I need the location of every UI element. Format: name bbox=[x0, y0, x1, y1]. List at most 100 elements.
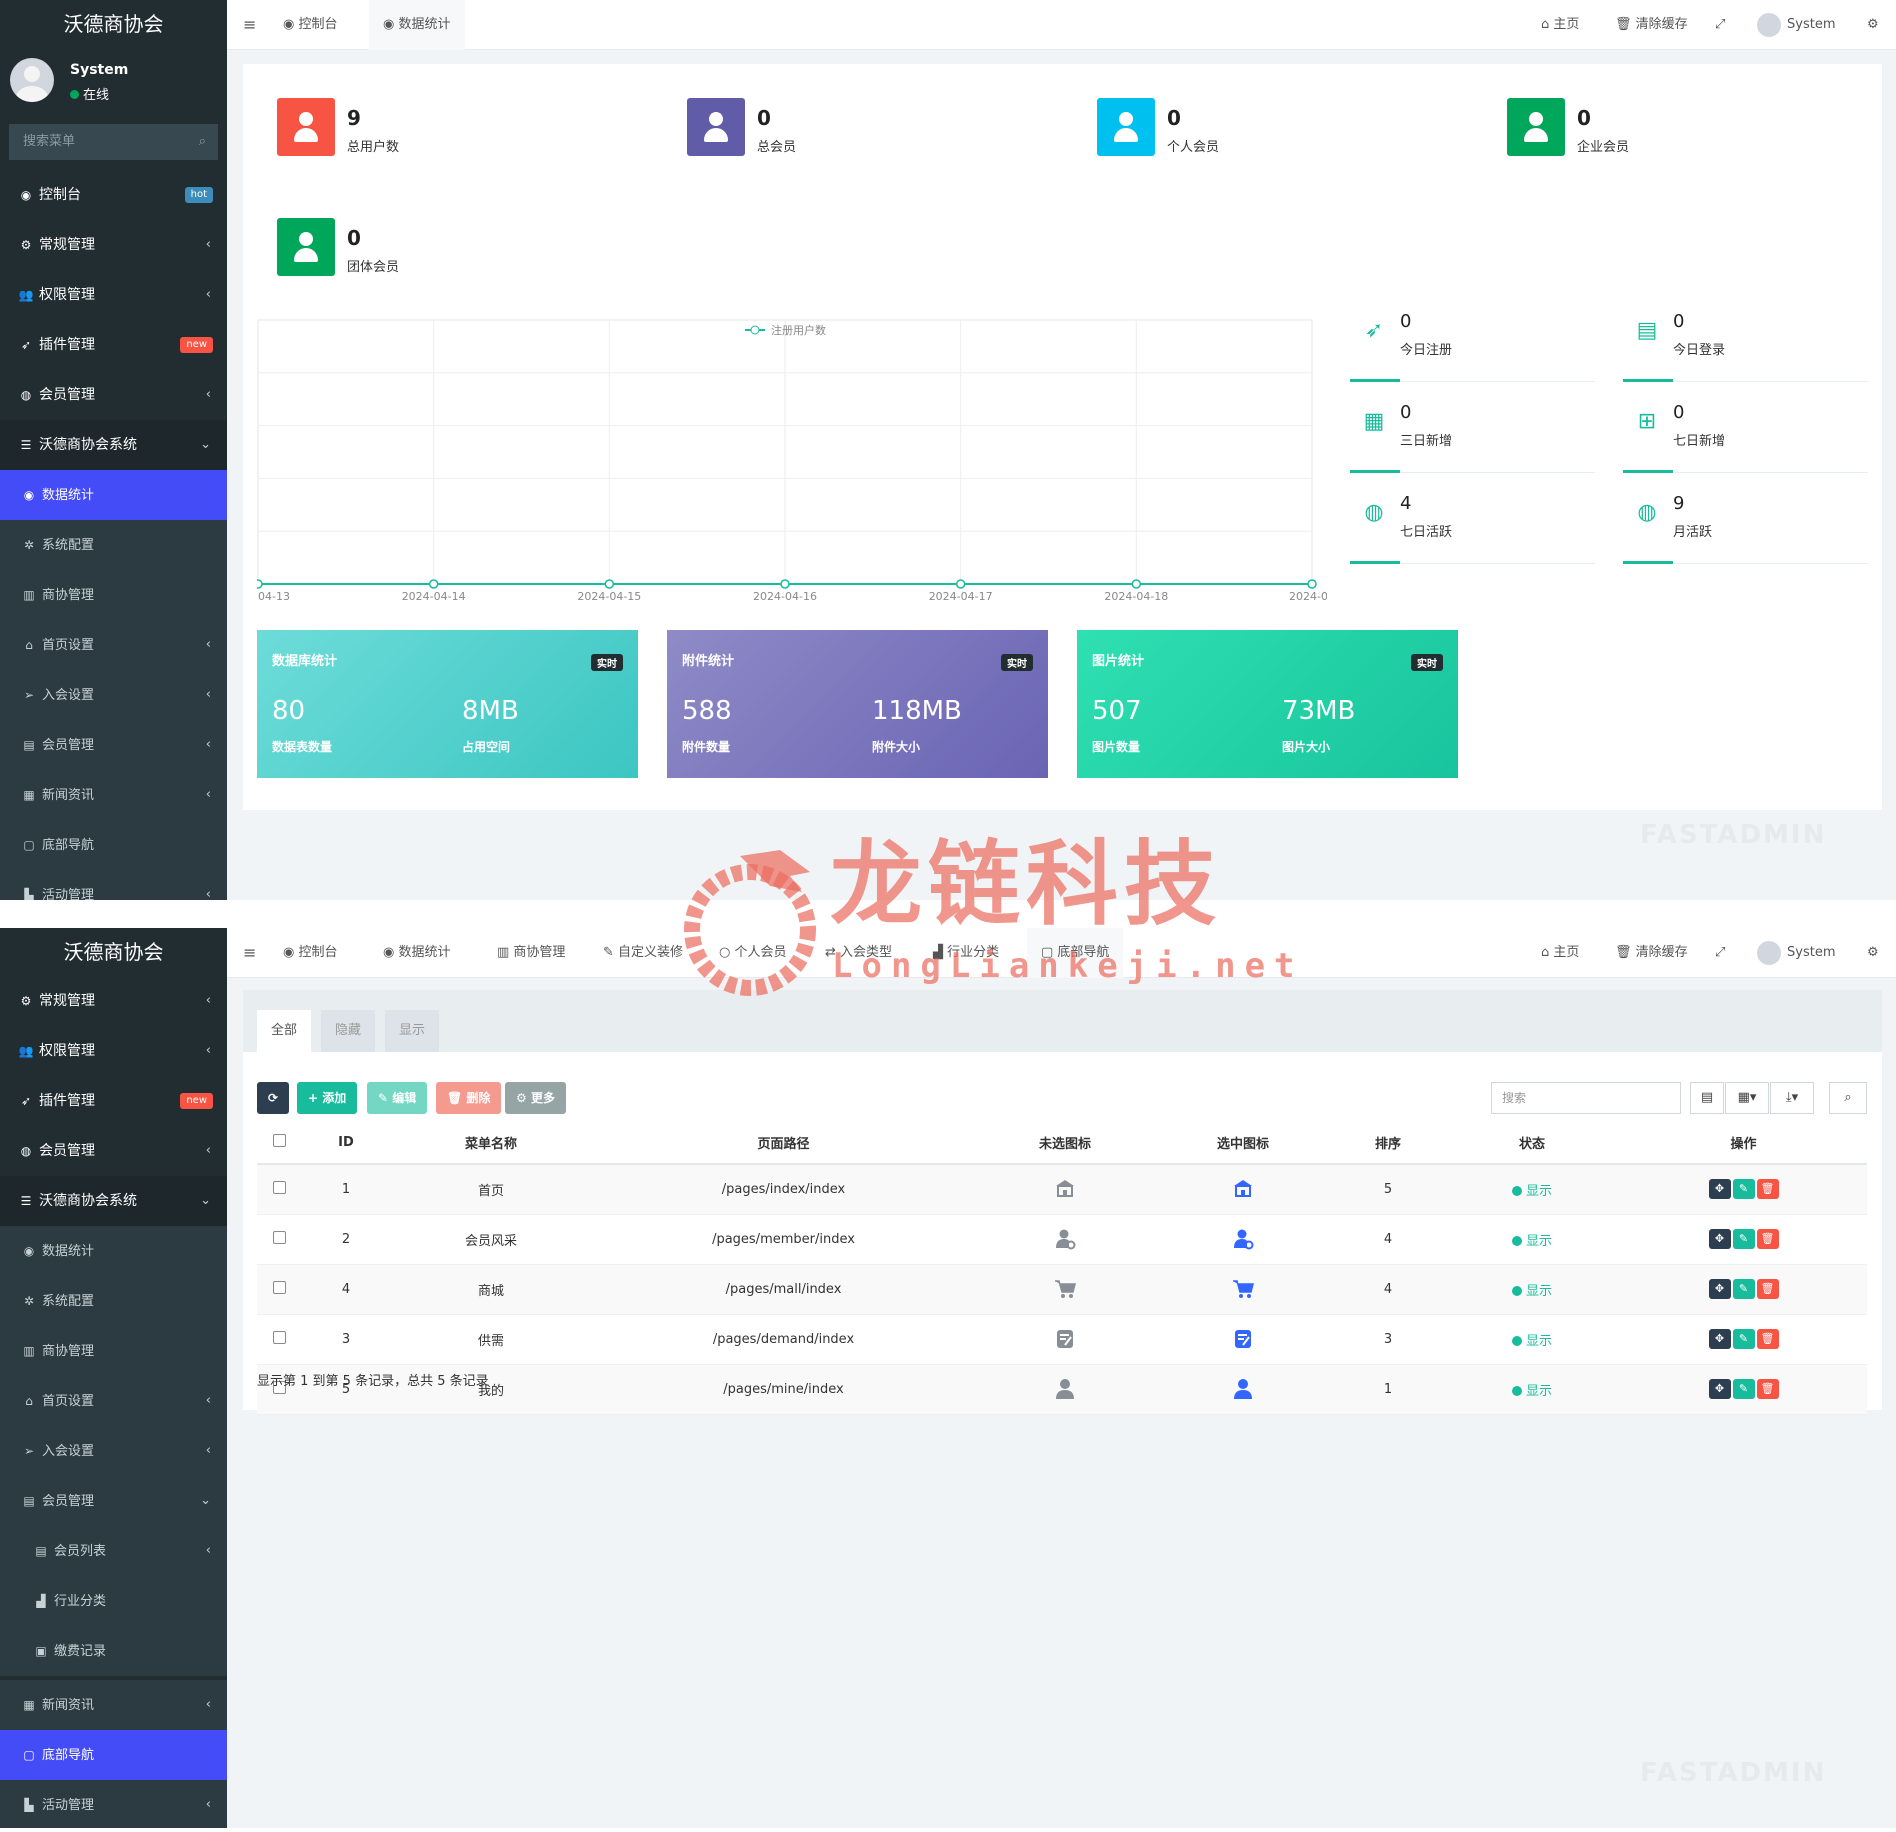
row-checkbox[interactable] bbox=[257, 1164, 301, 1215]
drag-move-icon[interactable]: ✥ bbox=[1708, 1329, 1731, 1349]
drag-move-icon[interactable]: ✥ bbox=[1708, 1279, 1731, 1299]
checkbox[interactable] bbox=[272, 1330, 286, 1344]
menu-footer[interactable]: ▢ 底部导航 bbox=[0, 820, 227, 870]
clear-cache-button[interactable]: 🗑 清除缓存 bbox=[1615, 928, 1688, 978]
search-icon[interactable]: ⌕ bbox=[199, 124, 206, 160]
settings-icon[interactable]: ⚙ bbox=[1867, 928, 1879, 978]
tab-stats[interactable]: ◉ 数据统计 bbox=[369, 928, 465, 978]
menu-member2[interactable]: ▤ 会员管理 ⌄ bbox=[0, 1476, 227, 1526]
menu-system[interactable]: ☰ 沃德商协会系统 ⌄ bbox=[0, 420, 227, 470]
delete-row-icon[interactable]: 🗑 bbox=[1756, 1279, 1779, 1299]
menu-config[interactable]: ✲ 系统配置 bbox=[0, 520, 227, 570]
cell-status[interactable]: 显示 bbox=[1444, 1164, 1620, 1215]
more-button[interactable]: ⚙ 更多 bbox=[505, 1082, 566, 1114]
menu-plugin[interactable]: ➶ 插件管理 new bbox=[0, 320, 227, 370]
col-selected-icon[interactable]: 选中图标 bbox=[1154, 1122, 1332, 1165]
drag-move-icon[interactable]: ✥ bbox=[1708, 1179, 1731, 1200]
table-search-input[interactable]: 搜索 bbox=[1491, 1082, 1681, 1114]
toggle-view-icon[interactable]: ▤ bbox=[1690, 1082, 1724, 1114]
col-path[interactable]: 页面路径 bbox=[591, 1122, 976, 1165]
hamburger-icon[interactable]: ≡ bbox=[243, 0, 256, 50]
menu-assoc[interactable]: ▥ 商协管理 bbox=[0, 1326, 227, 1376]
menu-industry[interactable]: ▟ 行业分类 bbox=[0, 1576, 227, 1626]
tab-all[interactable]: 全部 bbox=[257, 1010, 312, 1052]
tab-join-type[interactable]: ⇄ 入会类型 bbox=[815, 928, 902, 978]
delete-button[interactable]: 🗑 删除 bbox=[436, 1082, 502, 1114]
hamburger-icon[interactable]: ≡ bbox=[243, 928, 256, 978]
settings-icon[interactable]: ⚙ bbox=[1867, 0, 1879, 50]
edit-row-icon[interactable]: ✎ bbox=[1732, 1279, 1755, 1299]
fullscreen-icon[interactable]: ⤢ bbox=[1715, 928, 1725, 978]
edit-row-icon[interactable]: ✎ bbox=[1732, 1379, 1755, 1399]
row-checkbox[interactable] bbox=[257, 1214, 301, 1265]
tab-hidden[interactable]: 隐藏 bbox=[321, 1010, 376, 1052]
delete-row-icon[interactable]: 🗑 bbox=[1756, 1179, 1779, 1200]
checkbox[interactable] bbox=[272, 1280, 286, 1294]
select-all-checkbox[interactable] bbox=[257, 1122, 301, 1165]
menu-fee[interactable]: ▣ 缴费记录 bbox=[0, 1626, 227, 1676]
menu-member-list[interactable]: ▤ 会员列表 ‹ bbox=[0, 1526, 227, 1576]
table-row[interactable]: 1 首页/pages/index/index 5 显示 ✥ ✎ 🗑 bbox=[257, 1164, 1867, 1215]
cell-status[interactable]: 显示 bbox=[1444, 1264, 1620, 1315]
menu-news[interactable]: ▦ 新闻资讯 ‹ bbox=[0, 770, 227, 820]
menu-member2[interactable]: ▤ 会员管理 ‹ bbox=[0, 720, 227, 770]
tab-dashboard[interactable]: ◉ 控制台 bbox=[269, 0, 352, 50]
tab-visible[interactable]: 显示 bbox=[385, 1010, 440, 1052]
status-badge[interactable]: 显示 bbox=[1512, 1284, 1552, 1299]
menu-general[interactable]: ⚙ 常规管理 ‹ bbox=[0, 976, 227, 1026]
menu-stats[interactable]: ◉ 数据统计 bbox=[0, 470, 227, 520]
add-button[interactable]: + 添加 bbox=[297, 1082, 358, 1114]
edit-row-icon[interactable]: ✎ bbox=[1732, 1179, 1755, 1200]
menu-general[interactable]: ⚙ 常规管理 ‹ bbox=[0, 220, 227, 270]
export-dropdown-icon[interactable]: ⤓▾ bbox=[1770, 1082, 1814, 1114]
delete-row-icon[interactable]: 🗑 bbox=[1756, 1229, 1779, 1249]
user-menu[interactable]: System bbox=[1757, 928, 1835, 978]
tab-assoc[interactable]: ▥ 商协管理 bbox=[487, 928, 575, 978]
status-badge[interactable]: 显示 bbox=[1512, 1234, 1552, 1249]
col-sort[interactable]: 排序 bbox=[1332, 1122, 1444, 1165]
menu-news[interactable]: ▦ 新闻资讯 ‹ bbox=[0, 1680, 227, 1730]
col-icon[interactable]: 未选图标 bbox=[976, 1122, 1154, 1165]
menu-activity[interactable]: ▙ 活动管理 ‹ bbox=[0, 870, 227, 900]
home-link[interactable]: ⌂ 主页 bbox=[1541, 928, 1579, 978]
table-row[interactable]: 5 我的/pages/mine/index 1 显示 ✥ ✎ 🗑 bbox=[257, 1364, 1867, 1415]
menu-stats[interactable]: ◉ 数据统计 bbox=[0, 1226, 227, 1276]
table-row[interactable]: 4 商城/pages/mall/index 4 显示 ✥ ✎ 🗑 bbox=[257, 1264, 1867, 1315]
tab-decorate[interactable]: ✎ 自定义装修 bbox=[593, 928, 693, 978]
status-badge[interactable]: 显示 bbox=[1512, 1184, 1552, 1199]
edit-row-icon[interactable]: ✎ bbox=[1732, 1229, 1755, 1249]
edit-row-icon[interactable]: ✎ bbox=[1732, 1329, 1755, 1349]
row-checkbox[interactable] bbox=[257, 1314, 301, 1365]
menu-activity[interactable]: ▙ 活动管理 ‹ bbox=[0, 1780, 227, 1828]
app-title[interactable]: 沃德商协会 bbox=[0, 0, 227, 48]
cell-status[interactable]: 显示 bbox=[1444, 1364, 1620, 1415]
row-checkbox[interactable] bbox=[257, 1264, 301, 1315]
clear-cache-button[interactable]: 🗑 清除缓存 bbox=[1615, 0, 1688, 50]
menu-auth[interactable]: 👥 权限管理 ‹ bbox=[0, 270, 227, 320]
sidebar-search-input[interactable]: 搜索菜单 ⌕ bbox=[9, 124, 218, 160]
menu-config[interactable]: ✲ 系统配置 bbox=[0, 1276, 227, 1326]
menu-member[interactable]: ◍ 会员管理 ‹ bbox=[0, 1126, 227, 1176]
col-name[interactable]: 菜单名称 bbox=[391, 1122, 591, 1165]
edit-button[interactable]: ✎ 编辑 bbox=[367, 1082, 428, 1114]
table-row[interactable]: 2 会员风采/pages/member/index 4 显示 ✥ ✎ 🗑 bbox=[257, 1214, 1867, 1265]
menu-home[interactable]: ⌂ 首页设置 ‹ bbox=[0, 620, 227, 670]
delete-row-icon[interactable]: 🗑 bbox=[1756, 1379, 1779, 1399]
menu-assoc[interactable]: ▥ 商协管理 bbox=[0, 570, 227, 620]
user-menu[interactable]: System bbox=[1757, 0, 1835, 50]
tab-stats[interactable]: ◉ 数据统计 bbox=[369, 0, 465, 50]
tab-personal-member[interactable]: ○ 个人会员 bbox=[709, 928, 797, 978]
menu-system[interactable]: ☰ 沃德商协会系统 ⌄ bbox=[0, 1176, 227, 1226]
cell-status[interactable]: 显示 bbox=[1444, 1214, 1620, 1265]
drag-move-icon[interactable]: ✥ bbox=[1708, 1229, 1731, 1249]
menu-plugin[interactable]: ➶ 插件管理 new bbox=[0, 1076, 227, 1126]
tab-dashboard[interactable]: ◉ 控制台 bbox=[269, 928, 352, 978]
checkbox[interactable] bbox=[272, 1180, 286, 1194]
drag-move-icon[interactable]: ✥ bbox=[1708, 1379, 1731, 1399]
menu-home[interactable]: ⌂ 首页设置 ‹ bbox=[0, 1376, 227, 1426]
status-badge[interactable]: 显示 bbox=[1512, 1334, 1552, 1349]
status-badge[interactable]: 显示 bbox=[1512, 1384, 1552, 1399]
checkbox[interactable] bbox=[272, 1134, 286, 1147]
columns-dropdown-icon[interactable]: ▦▾ bbox=[1725, 1082, 1769, 1114]
cell-status[interactable]: 显示 bbox=[1444, 1314, 1620, 1365]
